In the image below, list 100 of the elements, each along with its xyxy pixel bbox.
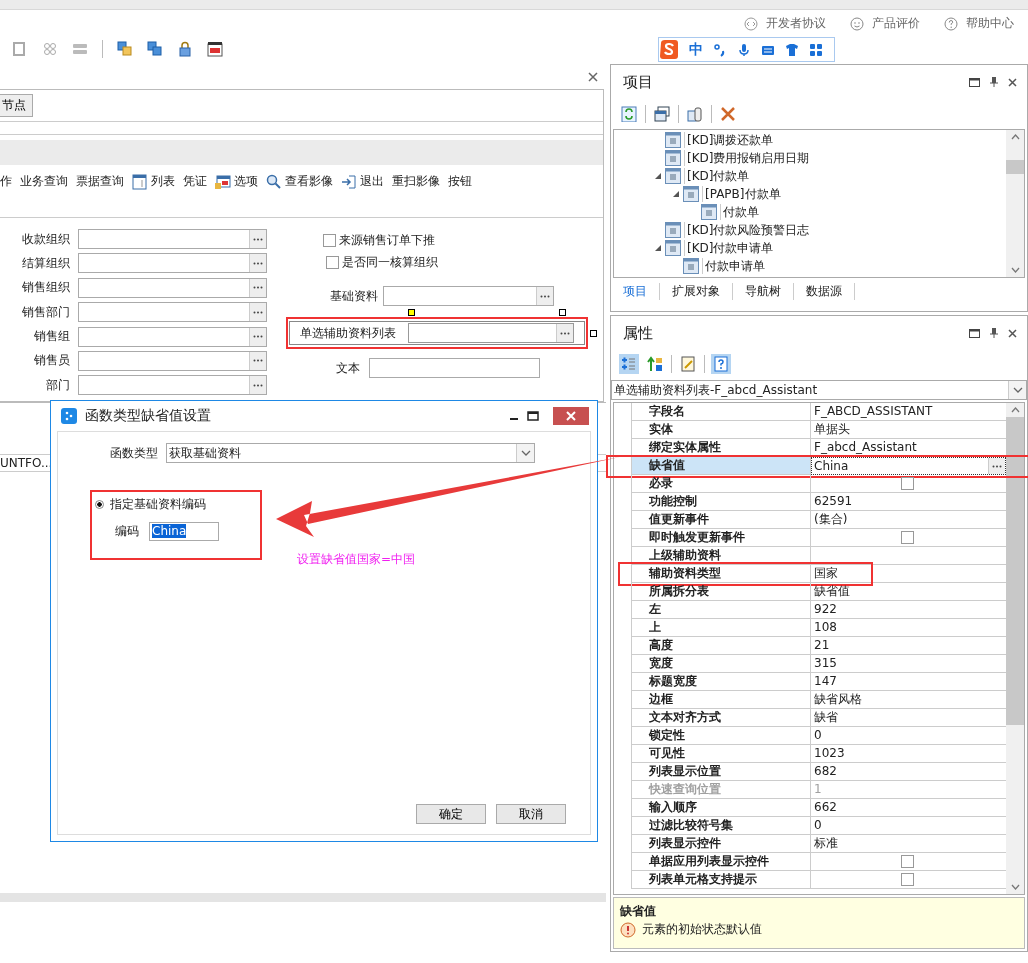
property-value[interactable]: 682 <box>814 764 837 778</box>
ellipsis-button[interactable] <box>249 254 266 273</box>
mode-label[interactable]: 中 <box>689 40 703 59</box>
property-value[interactable]: 1023 <box>814 746 845 760</box>
property-name[interactable]: 锁定性 <box>631 727 811 745</box>
property-value[interactable]: 62591 <box>814 494 853 508</box>
toolbar-item[interactable]: 业务查询 <box>20 173 68 190</box>
checkbox[interactable] <box>901 477 914 490</box>
lookup-field[interactable] <box>78 253 267 274</box>
lookup-field[interactable] <box>78 302 267 323</box>
tree-item[interactable]: [PAPB]付款单 <box>702 186 781 202</box>
property-value[interactable]: F_ABCD_ASSISTANT <box>814 404 933 418</box>
lookup-field[interactable] <box>78 229 267 249</box>
panel-tab[interactable]: 项目 <box>611 282 660 300</box>
ellipsis-button[interactable] <box>536 287 553 305</box>
property-name[interactable]: 辅助资料类型 <box>631 565 811 583</box>
property-name[interactable]: 输入顺序 <box>631 799 811 817</box>
toolbar-button[interactable] <box>147 41 163 57</box>
tree-item[interactable]: 付款单 <box>720 204 759 220</box>
toolbar-item[interactable]: 选项 <box>215 173 258 190</box>
close-icon[interactable] <box>1008 77 1017 87</box>
panel-tab[interactable]: 扩展对象 <box>660 282 733 300</box>
radio-button[interactable] <box>95 500 104 509</box>
lookup-field[interactable] <box>78 350 267 371</box>
property-value[interactable]: 21 <box>814 638 830 652</box>
scrollbar[interactable] <box>1006 130 1024 277</box>
property-name[interactable]: 字段名 <box>631 403 811 421</box>
expanded-arrow-icon[interactable] <box>672 190 680 198</box>
toolbar-item[interactable]: 凭证 <box>183 173 207 190</box>
header-link[interactable]: 开发者协议 <box>744 13 826 34</box>
property-name[interactable]: 单据应用列表显示控件 <box>631 853 811 871</box>
shirt-icon[interactable] <box>785 42 799 57</box>
toolbar-item[interactable]: 查看影像 <box>266 173 333 190</box>
property-value[interactable]: 缺省风格 <box>814 692 862 706</box>
checkbox[interactable] <box>901 873 914 886</box>
checkbox[interactable] <box>326 255 339 269</box>
property-name[interactable]: 宽度 <box>631 655 811 673</box>
scroll-down-icon[interactable] <box>1010 884 1020 890</box>
header-link[interactable]: 产品评价 <box>850 13 920 34</box>
property-name[interactable]: 左 <box>631 601 811 619</box>
ellipsis-button[interactable] <box>249 376 266 395</box>
property-name[interactable]: 上 <box>631 619 811 637</box>
property-name[interactable]: 文本对齐方式 <box>631 709 811 727</box>
close-icon[interactable] <box>588 71 598 82</box>
property-value[interactable]: 缺省值 <box>814 584 850 598</box>
ellipsis-button[interactable] <box>249 303 266 322</box>
tree-item[interactable]: [KD]付款风险预警日志 <box>684 222 810 238</box>
tree-item[interactable]: [KD]费用报销启用日期 <box>684 150 810 166</box>
apps-icon[interactable] <box>809 42 823 57</box>
toolbar-button[interactable] <box>207 41 223 57</box>
resize-handle[interactable] <box>559 309 566 316</box>
property-value[interactable]: 147 <box>814 674 837 688</box>
toolbar-item[interactable]: 重扫影像 <box>392 173 440 190</box>
property-name[interactable]: 值更新事件 <box>631 511 811 529</box>
maximize-icon[interactable] <box>969 328 980 338</box>
ellipsis-button[interactable] <box>988 458 1005 474</box>
resize-handle[interactable] <box>408 309 415 316</box>
scroll-down-icon[interactable] <box>1010 267 1020 273</box>
checkbox[interactable] <box>901 855 914 868</box>
object-select[interactable]: 单选辅助资料列表-F_abcd_Assistant <box>611 380 1027 400</box>
property-name[interactable]: 高度 <box>631 637 811 655</box>
panel-tab[interactable]: 数据源 <box>794 282 855 300</box>
toolbar-item[interactable]: 退出 <box>341 173 384 190</box>
property-name[interactable]: 标题宽度 <box>631 673 811 691</box>
property-name[interactable]: 必录 <box>631 475 811 493</box>
property-value[interactable]: (集合) <box>814 512 848 526</box>
ellipsis-button[interactable] <box>249 351 266 370</box>
lookup-field[interactable] <box>78 277 267 298</box>
header-link[interactable]: 帮助中心 <box>944 13 1014 34</box>
property-name[interactable]: 上级辅助资料 <box>631 547 811 565</box>
checkbox[interactable] <box>323 233 336 247</box>
property-name[interactable]: 即时触发更新事件 <box>631 529 811 547</box>
scrollbar[interactable] <box>1006 403 1024 894</box>
property-name[interactable]: 可见性 <box>631 745 811 763</box>
close-button[interactable] <box>553 407 589 425</box>
toolbar-item[interactable]: 按钮 <box>448 173 472 190</box>
property-name[interactable]: 列表单元格支持提示 <box>631 871 811 889</box>
expanded-arrow-icon[interactable] <box>654 244 662 252</box>
scroll-thumb[interactable] <box>1006 160 1024 174</box>
property-name[interactable]: 过滤比较符号集 <box>631 817 811 835</box>
property-value[interactable]: 315 <box>814 656 837 670</box>
microphone-icon[interactable] <box>737 42 751 57</box>
punctuation-icon[interactable] <box>713 42 727 57</box>
input-method-bar[interactable]: 中 <box>658 37 835 62</box>
dialog-button[interactable]: 取消 <box>496 804 566 824</box>
scroll-thumb[interactable] <box>1006 417 1024 725</box>
property-name[interactable]: 所属拆分表 <box>631 583 811 601</box>
text-field[interactable] <box>369 358 540 378</box>
ellipsis-button[interactable] <box>556 324 573 342</box>
maximize-icon[interactable] <box>527 411 539 421</box>
code-field[interactable]: China <box>149 522 219 541</box>
tree-item[interactable]: 付款申请单 <box>702 258 765 274</box>
maximize-icon[interactable] <box>969 77 980 87</box>
property-name[interactable]: 边框 <box>631 691 811 709</box>
property-value[interactable]: 国家 <box>814 566 838 580</box>
panel-tab[interactable]: 导航树 <box>733 282 794 300</box>
scroll-up-icon[interactable] <box>1010 407 1020 413</box>
property-value[interactable]: 缺省 <box>814 710 838 724</box>
expanded-arrow-icon[interactable] <box>654 172 662 180</box>
property-name[interactable]: 实体 <box>631 421 811 439</box>
